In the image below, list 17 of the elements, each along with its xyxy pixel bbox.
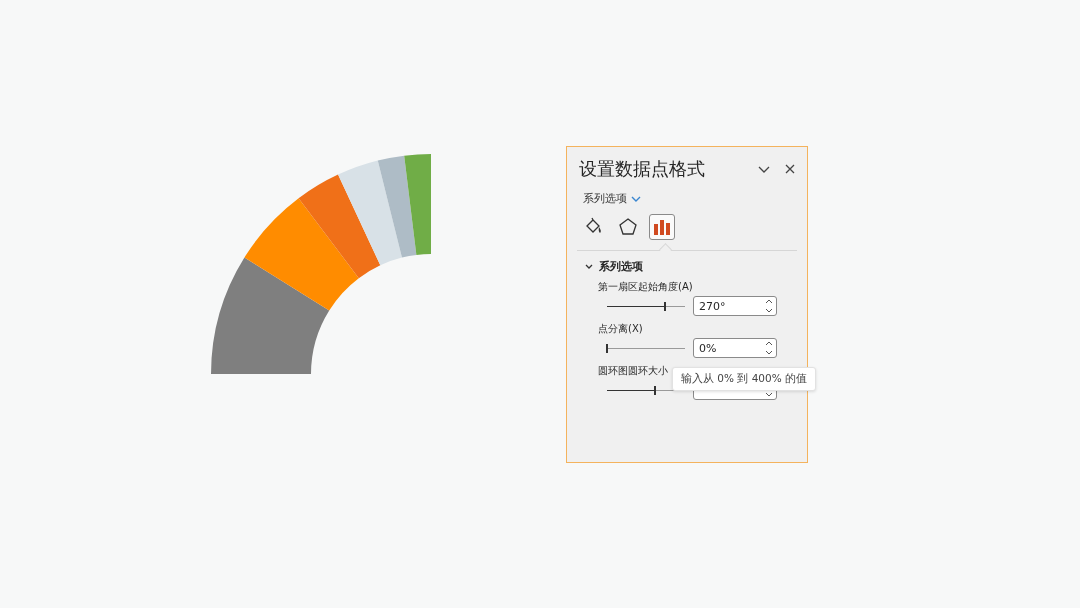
spin-field[interactable]: 270° bbox=[693, 296, 777, 316]
setting-label: 第一扇区起始角度(A) bbox=[598, 280, 694, 294]
spin-field[interactable]: 0% bbox=[693, 338, 777, 358]
spinner-arrows-icon[interactable] bbox=[765, 340, 773, 356]
section-header[interactable]: 系列选项 bbox=[585, 259, 643, 274]
slider-thumb[interactable] bbox=[654, 385, 657, 395]
tooltip: 输入从 0% 到 400% 的值 bbox=[672, 367, 817, 391]
bar-chart-icon bbox=[652, 217, 672, 237]
chevron-down-icon bbox=[631, 194, 641, 203]
chevron-icon bbox=[585, 262, 593, 271]
setting-label: 点分离(X) bbox=[598, 322, 644, 336]
slider-thumb[interactable] bbox=[663, 301, 666, 311]
close-icon[interactable] bbox=[783, 162, 797, 176]
spinner-arrows-icon[interactable] bbox=[765, 298, 773, 314]
panel-title: 设置数据点格式 bbox=[579, 157, 706, 181]
options-dropdown[interactable]: 系列选项 bbox=[583, 191, 641, 206]
pentagon-icon bbox=[618, 217, 638, 237]
